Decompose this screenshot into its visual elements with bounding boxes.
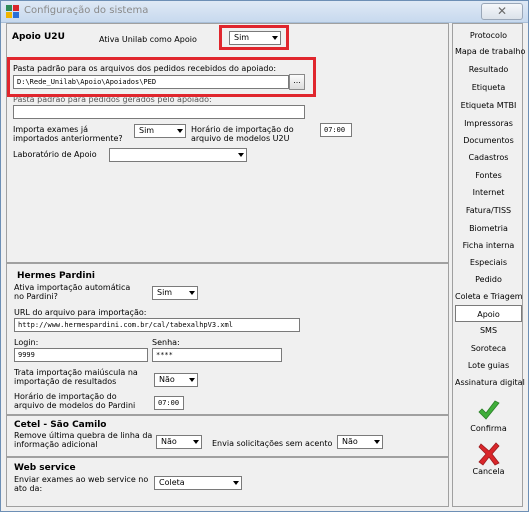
hermes-trata-value: Não [159,375,175,384]
u2u-importa-select[interactable]: Sim [134,124,186,138]
hermes-ativa-value: Sim [157,288,173,297]
u2u-ativa-label: Ativa Unilab como Apoio [99,35,197,44]
hermes-trata-label: Trata importação maiúscula na importação… [14,368,138,386]
cetel-envia-select[interactable]: Não [337,435,383,449]
chevron-down-icon [233,481,239,485]
highlight-ativa [219,25,289,50]
sidebar-item-ficha-interna[interactable]: Ficha interna [455,237,522,254]
sidebar-item-etiqueta[interactable]: Etiqueta [455,79,522,96]
hermes-login-label: Login: [14,338,39,347]
sidebar: Protocolo Mapa de trabalho Resultado Eti… [452,23,525,507]
sidebar-item-soroteca[interactable]: Soroteca [455,340,522,357]
webservice-enviar-value: Coleta [159,478,185,487]
webservice-group: Web service Enviar exames ao web service… [6,457,449,507]
u2u-lab-select[interactable] [109,148,247,162]
sidebar-item-impressoras[interactable]: Impressoras [455,115,522,132]
config-window: Configuração do sistema ✕ Apoio U2U Ativ… [0,0,529,512]
confirm-label: Confirma [470,424,507,433]
sidebar-item-pedido[interactable]: Pedido [455,271,522,288]
sidebar-item-fatura-tiss[interactable]: Fatura/TISS [455,202,522,219]
x-icon [477,442,500,466]
sidebar-item-mapa-de-trabalho[interactable]: Mapa de trabalho [455,43,525,60]
webservice-enviar-select[interactable]: Coleta [154,476,242,490]
cetel-remove-value: Não [161,437,177,446]
main-panel: Apoio U2U Ativa Unilab como Apoio Sim Pa… [6,23,449,507]
hermes-login-input[interactable]: 9999 [14,348,148,362]
hermes-horario-input[interactable]: 07:00 [154,396,184,410]
u2u-lab-label: Laboratório de Apoio [13,150,97,159]
u2u-horario-label: Horário de importação do arquivo de mode… [191,125,294,143]
hermes-ativa-label: Ativa importação automática no Pardini? [14,283,131,301]
sidebar-item-protocolo[interactable]: Protocolo [455,27,522,44]
sidebar-item-biometria[interactable]: Biometria [455,220,522,237]
hermes-group: Hermes Pardini Ativa importação automáti… [6,263,449,415]
cetel-envia-label: Envia solicitações sem acento [212,439,333,448]
hermes-horario-label: Horário de importação do arquivo de mode… [14,392,136,410]
sidebar-item-especiais[interactable]: Especiais [455,254,522,271]
u2u-importa-value: Sim [139,126,155,135]
u2u-horario-input[interactable]: 07:00 [320,123,352,137]
hermes-url-label: URL do arquivo para importação: [14,308,147,317]
title-bar: Configuração do sistema ✕ [1,1,528,23]
chevron-down-icon [193,440,199,444]
close-button[interactable]: ✕ [481,3,523,20]
sidebar-item-lote-guias[interactable]: Lote guias [455,357,522,374]
chevron-down-icon [177,129,183,133]
sidebar-item-internet[interactable]: Internet [455,184,522,201]
cetel-remove-label: Remove última quebra de linha da informa… [14,431,153,449]
chevron-down-icon [189,291,195,295]
chevron-down-icon [189,378,195,382]
hermes-senha-input[interactable]: **** [152,348,282,362]
sidebar-item-sms[interactable]: SMS [455,322,522,339]
chevron-down-icon [374,440,380,444]
cetel-title: Cetel - São Camilo [14,420,107,430]
sidebar-item-apoio[interactable]: Apoio [455,305,522,322]
hermes-url-input[interactable]: http://www.hermespardini.com.br/cal/tabe… [14,318,300,332]
cancel-label: Cancela [472,467,505,476]
app-icon [6,5,19,18]
webservice-enviar-label: Enviar exames ao web service no ato da: [14,475,149,493]
confirm-button[interactable]: Confirma [455,397,522,437]
u2u-importa-label: Importa exames já importados anteriormen… [13,125,123,143]
sidebar-item-etiqueta-mtbi[interactable]: Etiqueta MTBI [455,97,522,114]
chevron-down-icon [238,153,244,157]
sidebar-item-assinatura-digital[interactable]: Assinatura digital [455,374,525,391]
window-title: Configuração do sistema [24,5,149,16]
hermes-trata-select[interactable]: Não [154,373,198,387]
hermes-title: Hermes Pardini [17,271,95,281]
highlight-pasta [7,57,316,97]
client-area: Apoio U2U Ativa Unilab como Apoio Sim Pa… [6,23,525,507]
sidebar-item-cadastros[interactable]: Cadastros [455,149,522,166]
checkmark-icon [477,400,500,420]
cetel-envia-value: Não [342,437,358,446]
sidebar-item-documentos[interactable]: Documentos [455,132,522,149]
cetel-remove-select[interactable]: Não [156,435,202,449]
hermes-senha-label: Senha: [152,338,180,347]
hermes-ativa-select[interactable]: Sim [152,286,198,300]
sidebar-item-fontes[interactable]: Fontes [455,167,522,184]
webservice-title: Web service [14,463,76,473]
cetel-group: Cetel - São Camilo Remove última quebra … [6,415,449,457]
u2u-title: Apoio U2U [12,32,65,42]
sidebar-item-coleta-e-triagem[interactable]: Coleta e Triagem [455,288,523,305]
sidebar-item-resultado[interactable]: Resultado [455,61,522,78]
cancel-button[interactable]: Cancela [455,440,522,480]
u2u-pasta2-input[interactable] [13,105,305,119]
